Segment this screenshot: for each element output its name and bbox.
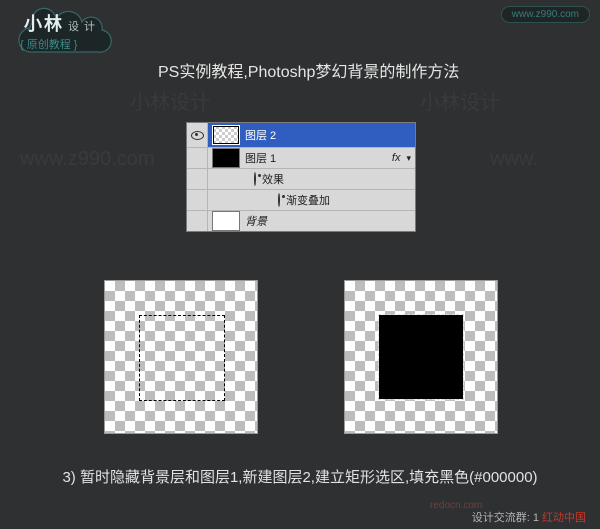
- layer-thumbnail: [212, 148, 240, 168]
- layer-row-background[interactable]: 背景: [187, 210, 415, 231]
- black-fill: [379, 315, 463, 399]
- footer-red[interactable]: 红动中国: [542, 512, 586, 524]
- logo-bracket: { 原创教程 }: [20, 36, 77, 52]
- preview-selection: [104, 280, 258, 434]
- watermark: 小林设计: [130, 86, 210, 115]
- chevron-down-icon[interactable]: ▾: [406, 153, 411, 164]
- logo-title: 小林设 计: [24, 10, 96, 36]
- layer-thumbnail: [212, 211, 240, 231]
- page-title: PS实例教程,Photoshp梦幻背景的制作方法: [158, 58, 459, 82]
- visibility-toggle[interactable]: [187, 148, 208, 168]
- logo-main: 小林: [24, 14, 64, 34]
- fx-indicator: fx: [392, 152, 401, 164]
- preview-filled: [344, 280, 498, 434]
- layer-label: 背景: [245, 213, 267, 229]
- layers-panel: 图层 2 图层 1 fx ▾ 效果 渐变叠加 背景: [186, 122, 416, 232]
- layer-row-layer2[interactable]: 图层 2: [187, 123, 415, 147]
- layer-row-gradient-overlay[interactable]: 渐变叠加: [187, 189, 415, 210]
- logo-subtitle: 设 计: [68, 21, 96, 33]
- effects-label: 效果: [262, 171, 284, 187]
- layer-thumbnail: [212, 125, 240, 145]
- eye-icon: [191, 131, 204, 140]
- layer-label: 图层 1: [245, 150, 276, 166]
- layer-label: 图层 2: [245, 127, 276, 143]
- eye-icon: [278, 194, 280, 206]
- layer-row-effects[interactable]: 效果: [187, 168, 415, 189]
- footer-prefix: 设计交流群: 1: [472, 512, 539, 524]
- footer: 设计交流群: 1 红动中国: [472, 509, 586, 525]
- step-caption: 3) 暂时隐藏背景层和图层1,新建图层2,建立矩形选区,填充黑色(#000000…: [0, 466, 600, 487]
- visibility-toggle[interactable]: [187, 211, 208, 231]
- layer-row-layer1[interactable]: 图层 1 fx ▾: [187, 147, 415, 168]
- eye-icon: [254, 173, 256, 185]
- watermark: www.: [490, 148, 538, 171]
- visibility-toggle[interactable]: [187, 190, 208, 210]
- brand-logo: 小林设 计 { 原创教程 }: [14, 4, 119, 60]
- site-url-badge[interactable]: www.z990.com: [501, 6, 590, 23]
- effect-label: 渐变叠加: [286, 192, 330, 208]
- watermark: 小林设计: [420, 86, 500, 115]
- watermark: www.z990.com: [20, 148, 155, 171]
- visibility-toggle[interactable]: [187, 169, 208, 189]
- marquee-selection: [139, 315, 225, 401]
- visibility-toggle[interactable]: [187, 123, 208, 147]
